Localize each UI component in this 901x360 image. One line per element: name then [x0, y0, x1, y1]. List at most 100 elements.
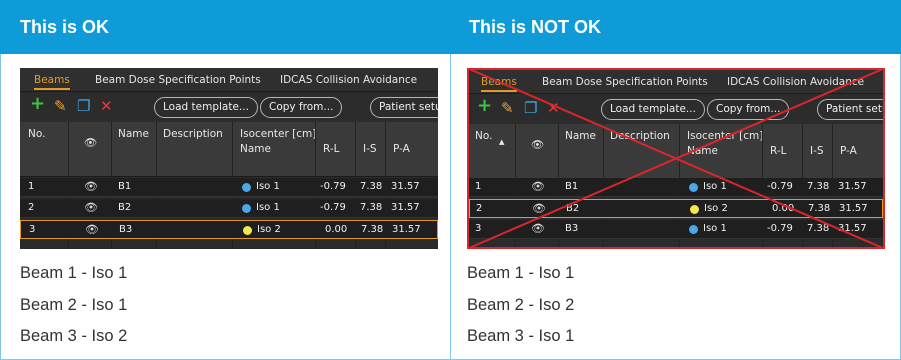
- row-beam-name: B2: [566, 203, 580, 214]
- header-bar: This is OK This is NOT OK: [0, 0, 901, 54]
- row-pa: 31.57: [391, 202, 420, 213]
- edit-pencil-icon[interactable]: ✎: [54, 98, 67, 114]
- tab-idcas-collision-avoidance[interactable]: IDCAS Collision Avoidance: [280, 74, 417, 86]
- row-beam-name: B3: [119, 224, 133, 235]
- ok-screenshot: Beams Beam Dose Specification Points IDC…: [20, 68, 438, 249]
- toolbar: + ✎ ❐ ✕ Load template... Copy from... Pa…: [469, 94, 883, 124]
- table-row-beam-3[interactable]: 3 👁 B3 Iso 1 -0.79 7.38 31.57: [469, 220, 883, 239]
- table-row-beam-2[interactable]: 2 👁 B2 Iso 2 0.00 7.38 31.57: [469, 199, 883, 218]
- visibility-eye-icon[interactable]: 👁: [531, 138, 544, 151]
- col-description[interactable]: Description: [610, 130, 670, 142]
- visibility-eye-icon[interactable]: 👁: [85, 223, 99, 236]
- edit-pencil-icon[interactable]: ✎: [501, 100, 514, 116]
- visibility-eye-icon[interactable]: 👁: [532, 202, 546, 215]
- delete-icon[interactable]: ✕: [100, 98, 113, 114]
- load-template-button[interactable]: Load template...: [154, 97, 258, 118]
- row-no: 2: [28, 202, 35, 213]
- patient-setup-button[interactable]: Patient setu: [817, 99, 883, 120]
- delete-icon[interactable]: ✕: [547, 100, 560, 116]
- visibility-eye-icon[interactable]: 👁: [84, 201, 98, 214]
- tab-bar: Beams Beam Dose Specification Points IDC…: [469, 70, 883, 94]
- row-no: 1: [475, 181, 482, 192]
- row-rl: -0.79: [767, 223, 793, 234]
- visibility-eye-icon[interactable]: 👁: [84, 136, 97, 149]
- not-ok-caption-line-2: Beam 2 - Iso 2: [467, 296, 575, 314]
- row-is: 7.38: [360, 181, 383, 192]
- row-no: 3: [475, 223, 482, 234]
- col-no[interactable]: No.: [28, 128, 45, 140]
- copy-from-button[interactable]: Copy from...: [707, 99, 790, 120]
- row-pa: 31.57: [838, 181, 867, 192]
- iso-color-dot: [690, 205, 699, 214]
- not-ok-screenshot: Beams Beam Dose Specification Points IDC…: [467, 68, 885, 249]
- tab-beams[interactable]: Beams: [34, 74, 70, 90]
- row-is: 7.38: [808, 203, 831, 214]
- table-header: No. 👁 Name Description Isocenter [cm] Na…: [20, 122, 438, 177]
- col-iso-name[interactable]: Name: [240, 143, 271, 155]
- row-no: 3: [29, 224, 36, 235]
- table-row-beam-1[interactable]: 1 👁 B1 Iso 1 -0.79 7.38 31.57: [20, 178, 438, 197]
- copy-icon[interactable]: ❐: [77, 98, 90, 114]
- iso-color-dot: [689, 183, 698, 192]
- copy-icon[interactable]: ❐: [524, 100, 537, 116]
- tab-beam-dose-specification-points[interactable]: Beam Dose Specification Points: [95, 74, 261, 86]
- row-rl: -0.79: [320, 202, 346, 213]
- visibility-eye-icon[interactable]: 👁: [84, 180, 98, 193]
- iso-color-dot: [242, 183, 251, 192]
- col-no[interactable]: No.: [475, 130, 492, 142]
- row-rl: -0.79: [767, 181, 793, 192]
- tab-beams[interactable]: Beams: [481, 76, 517, 92]
- iso-color-dot: [689, 225, 698, 234]
- col-pa[interactable]: P-A: [393, 143, 410, 155]
- row-pa: 31.57: [392, 224, 421, 235]
- visibility-eye-icon[interactable]: 👁: [531, 180, 545, 193]
- visibility-eye-icon[interactable]: 👁: [531, 222, 545, 235]
- col-isocenter[interactable]: Isocenter [cm]: [687, 130, 763, 142]
- sort-ascending-icon[interactable]: ▲: [499, 138, 504, 146]
- col-iso-name[interactable]: Name: [687, 145, 718, 157]
- col-name[interactable]: Name: [565, 130, 596, 142]
- patient-setup-button[interactable]: Patient setu: [370, 97, 438, 118]
- load-template-button[interactable]: Load template...: [601, 99, 705, 120]
- row-pa: 31.57: [839, 203, 868, 214]
- row-is: 7.38: [807, 181, 830, 192]
- col-rl[interactable]: R-L: [770, 145, 787, 157]
- copy-from-button[interactable]: Copy from...: [260, 97, 343, 118]
- row-iso-name: Iso 1: [703, 223, 727, 234]
- add-icon[interactable]: +: [30, 95, 45, 113]
- col-isocenter[interactable]: Isocenter [cm]: [240, 128, 316, 140]
- row-is: 7.38: [807, 223, 830, 234]
- col-pa[interactable]: P-A: [840, 145, 857, 157]
- row-iso-name: Iso 1: [256, 202, 280, 213]
- not-ok-caption-line-3: Beam 3 - Iso 1: [467, 327, 575, 345]
- table-row-beam-1[interactable]: 1 👁 B1 Iso 1 -0.79 7.38 31.57: [469, 178, 883, 197]
- iso-color-dot: [242, 204, 251, 213]
- row-no: 1: [28, 181, 35, 192]
- row-iso-name: Iso 1: [256, 181, 280, 192]
- table-row-beam-3[interactable]: 3 👁 B3 Iso 2 0.00 7.38 31.57: [20, 220, 438, 239]
- row-iso-name: Iso 1: [703, 181, 727, 192]
- column-divider: [450, 54, 451, 360]
- col-is[interactable]: I-S: [363, 143, 377, 155]
- row-iso-name: Iso 2: [704, 203, 728, 214]
- row-iso-name: Iso 2: [257, 224, 281, 235]
- col-rl[interactable]: R-L: [323, 143, 340, 155]
- add-icon[interactable]: +: [477, 97, 492, 115]
- tab-idcas-collision-avoidance[interactable]: IDCAS Collision Avoidance: [727, 76, 864, 88]
- col-description[interactable]: Description: [163, 128, 223, 140]
- iso-color-dot: [243, 226, 252, 235]
- row-pa: 31.57: [391, 181, 420, 192]
- row-beam-name: B1: [565, 181, 579, 192]
- row-beam-name: B1: [118, 181, 132, 192]
- row-is: 7.38: [361, 224, 384, 235]
- tab-bar: Beams Beam Dose Specification Points IDC…: [20, 68, 438, 92]
- tab-beam-dose-specification-points[interactable]: Beam Dose Specification Points: [542, 76, 708, 88]
- row-beam-name: B2: [118, 202, 132, 213]
- row-rl: -0.79: [320, 181, 346, 192]
- toolbar: + ✎ ❐ ✕ Load template... Copy from... Pa…: [20, 92, 438, 122]
- col-name[interactable]: Name: [118, 128, 149, 140]
- table-row-beam-2[interactable]: 2 👁 B2 Iso 1 -0.79 7.38 31.57: [20, 199, 438, 218]
- ok-heading: This is OK: [20, 17, 110, 37]
- col-is[interactable]: I-S: [810, 145, 824, 157]
- table-header: No. ▲ 👁 Name Description Isocenter [cm] …: [469, 124, 883, 179]
